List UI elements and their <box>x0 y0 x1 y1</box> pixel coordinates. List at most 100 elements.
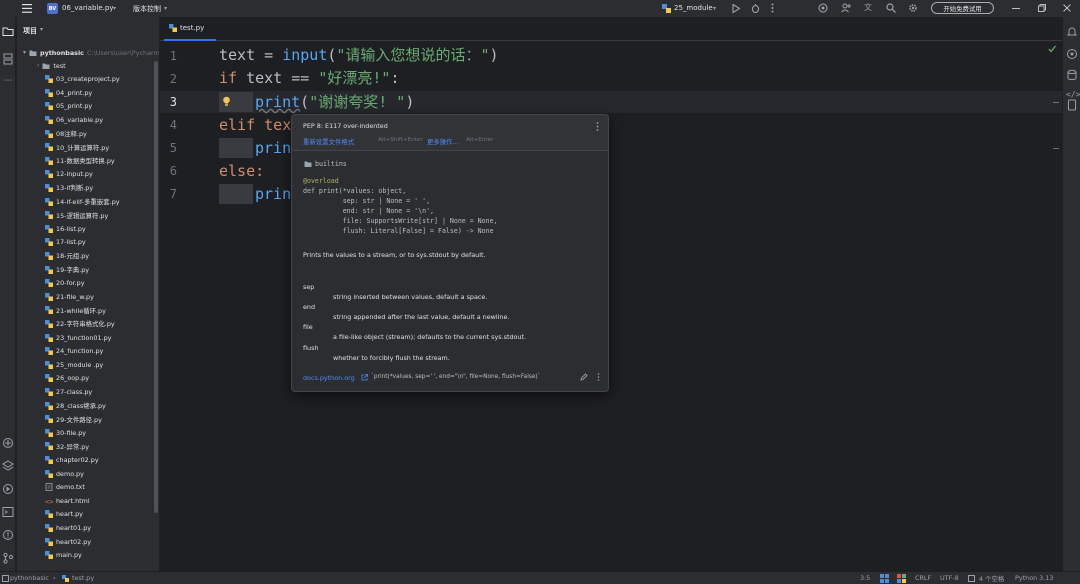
tree-item[interactable]: 22-字符串格式化.py <box>45 317 115 330</box>
indent-setting[interactable]: 4 个空格 <box>979 574 1004 583</box>
tree-item[interactable]: main.py <box>45 549 82 562</box>
maximize-icon[interactable] <box>1038 4 1046 12</box>
tree-item[interactable]: 23_function01.py <box>45 331 111 344</box>
code-line-1[interactable]: text = input("请输入您想说的话：") <box>219 45 499 65</box>
tree-item[interactable]: 12-input.py <box>45 168 93 181</box>
tree-item[interactable]: 05_print.py <box>45 100 92 113</box>
tree-item[interactable]: 03_createproject.py <box>45 73 120 86</box>
interpreter[interactable]: Python 3.13 <box>1015 574 1053 582</box>
chevron-down-icon[interactable]: ▾ <box>40 26 43 33</box>
chevron-down-icon[interactable]: ▾ <box>113 5 116 12</box>
line-ending[interactable]: CRLF <box>915 574 931 582</box>
layers-icon[interactable] <box>2 460 14 472</box>
tree-item[interactable]: 14-if-elif-多重嵌套.py <box>45 195 120 208</box>
hamburger-icon[interactable] <box>22 4 32 13</box>
upgrade-button[interactable]: 开始免费试用 <box>931 2 994 14</box>
tree-item[interactable]: 08注释.py <box>45 127 87 140</box>
tree-item[interactable]: 13-if判断.py <box>45 181 93 194</box>
device-icon[interactable] <box>1066 99 1078 111</box>
code-line-6[interactable]: else: <box>219 161 264 181</box>
python-packages-icon[interactable] <box>2 437 14 449</box>
add-user-icon[interactable] <box>841 3 851 13</box>
breadcrumb-file[interactable]: test.py <box>72 574 94 582</box>
more-horizontal-icon[interactable]: ⋯ <box>2 75 14 87</box>
terminal-icon[interactable] <box>2 506 14 518</box>
translate-icon[interactable]: 文 <box>864 3 874 13</box>
tree-item[interactable]: 16-list.py <box>45 222 86 235</box>
tree-item[interactable]: 04_print.py <box>45 86 92 99</box>
structure-icon[interactable] <box>2 53 14 65</box>
tree-item[interactable]: 11-数据类型转换.py <box>45 154 115 167</box>
code-line-7[interactable]: prin <box>255 184 291 204</box>
notifications-icon[interactable] <box>1066 26 1078 38</box>
tree-item[interactable]: 32-异常.py <box>45 440 89 453</box>
chevron-down-icon[interactable]: ▾ <box>23 49 26 56</box>
run-config-selector[interactable]: 25_module <box>674 4 713 12</box>
database-icon[interactable] <box>1066 69 1078 81</box>
external-link-icon[interactable] <box>361 374 368 381</box>
more-vertical-icon[interactable] <box>771 3 774 13</box>
chevron-down-icon[interactable]: ▾ <box>713 5 716 12</box>
tree-item[interactable]: 28_class继承.py <box>45 399 106 412</box>
ai-chat-icon[interactable] <box>1066 48 1078 60</box>
folder-icon[interactable] <box>2 25 14 37</box>
chevron-down-icon[interactable]: ▾ <box>164 5 167 12</box>
caret-position[interactable]: 3:5 <box>860 574 870 582</box>
tree-item[interactable]: 18-元组.py <box>45 249 89 262</box>
tree-item[interactable]: 19-字典.py <box>45 263 89 276</box>
project-name[interactable]: 06_variable.py <box>62 4 113 12</box>
breadcrumb-project[interactable]: pythonbasic <box>10 574 49 582</box>
tree-item[interactable]: 27-class.py <box>45 385 92 398</box>
tree-item[interactable]: heart02.py <box>45 535 91 548</box>
tree-item[interactable]: heart01.py <box>45 521 91 534</box>
tree-item[interactable]: 21-while循环.py <box>45 304 106 317</box>
more-vertical-icon[interactable] <box>597 373 600 381</box>
tree-item[interactable]: › test <box>37 59 66 72</box>
project-scrollbar[interactable] <box>154 61 158 513</box>
tree-item[interactable]: 20-for.py <box>45 277 85 290</box>
git-icon[interactable] <box>2 552 14 564</box>
tree-item[interactable]: 10_计算运算符.py <box>45 141 109 154</box>
run-icon[interactable] <box>732 4 740 13</box>
gear-icon[interactable] <box>908 3 918 13</box>
tree-item[interactable]: demo.py <box>45 467 84 480</box>
tree-item[interactable]: 26_oop.py <box>45 372 89 385</box>
tree-item[interactable]: chapter02.py <box>45 453 99 466</box>
tree-item[interactable]: 29-文件路径.py <box>45 413 102 426</box>
more-actions-link[interactable]: 更多操作... <box>427 137 459 146</box>
python-run-config-icon[interactable] <box>662 4 671 13</box>
debug-icon[interactable] <box>751 3 760 13</box>
tree-item[interactable]: demo.txt <box>45 481 85 494</box>
ai-assistant-icon[interactable] <box>818 3 828 13</box>
more-vertical-icon[interactable] <box>596 122 599 131</box>
tree-root[interactable]: ▾ pythonbasic C:\Users\user\PycharmProje… <box>23 46 159 59</box>
problems-icon[interactable] <box>2 529 14 541</box>
code-line-5[interactable]: prin <box>255 138 291 158</box>
tree-item[interactable]: 30-file.py <box>45 426 86 439</box>
tree-item[interactable]: 21-file_w.py <box>45 290 94 303</box>
tree-item[interactable]: 25_module .py <box>45 358 103 371</box>
edit-icon[interactable] <box>580 373 588 381</box>
code-line-4[interactable]: elif tex <box>219 115 291 135</box>
code-line-3[interactable]: print("谢谢夸奖! ") <box>255 92 414 112</box>
inspection-ok-icon[interactable] <box>1048 45 1056 53</box>
tab-test-py[interactable]: test.py <box>164 17 216 41</box>
tree-item[interactable]: 17-list.py <box>45 236 86 249</box>
reformat-action-link[interactable]: 重新设置文件格式 <box>303 137 354 146</box>
code-line-2[interactable]: if text == "好漂亮!": <box>219 68 399 88</box>
close-icon[interactable] <box>1063 4 1071 12</box>
tree-item[interactable]: 24_function.py <box>45 345 103 358</box>
tree-item[interactable]: 15-逻辑运算符.py <box>45 209 108 222</box>
tree-item[interactable]: <> heart.html <box>45 494 90 507</box>
run-console-icon[interactable] <box>2 483 14 495</box>
minimize-icon[interactable] <box>1012 8 1020 9</box>
search-icon[interactable] <box>886 3 896 13</box>
encoding[interactable]: UTF-8 <box>940 574 959 582</box>
chevron-right-icon[interactable]: › <box>37 62 39 69</box>
docs-link[interactable]: docs.python.org <box>303 374 355 382</box>
tree-item[interactable]: heart.py <box>45 508 83 521</box>
lightbulb-icon[interactable] <box>222 96 231 107</box>
tree-item[interactable]: 06_variable.py <box>45 113 103 126</box>
vcs-menu[interactable]: 版本控制 <box>133 4 161 14</box>
project-badge[interactable]: BV <box>47 3 58 14</box>
